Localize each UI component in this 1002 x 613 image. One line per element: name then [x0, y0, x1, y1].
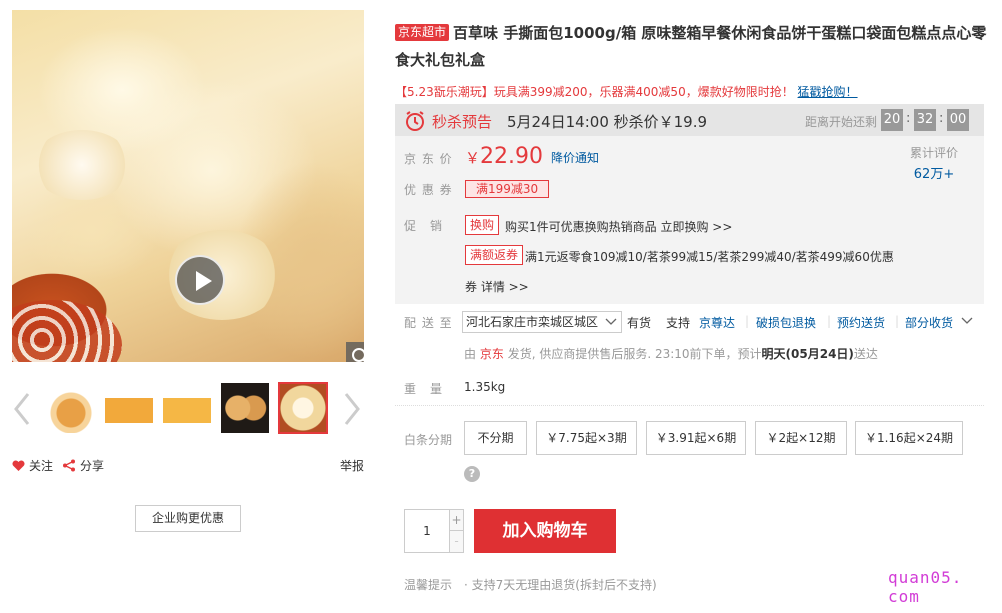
delivery-row: 配 送 至 河北石家庄市栾城区城区 有货 支持 京尊达 | 破损包退换 | 预约… — [395, 310, 984, 334]
divider: | — [895, 314, 900, 328]
chevron-right-icon[interactable] — [342, 392, 362, 426]
installment-label: 白条分期 — [404, 433, 453, 447]
enterprise-purchase-button[interactable]: 企业购更优惠 — [135, 505, 241, 532]
jd-price: ￥22.90 — [465, 144, 543, 169]
heart-icon — [12, 459, 25, 471]
stock-status: 有货 — [627, 316, 652, 330]
chevron-down-icon — [605, 318, 617, 325]
main-product-image[interactable] — [12, 10, 364, 362]
review-summary[interactable]: 累计评价 62万+ — [910, 144, 958, 182]
alarm-clock-icon — [406, 111, 424, 131]
share-icon — [63, 459, 75, 472]
flash-sale-bar: 秒杀预告 5月24日14:00 秒杀价￥19.9 距离开始还剩 20 : 32 … — [395, 104, 984, 136]
seller-link[interactable]: 京东 — [480, 347, 504, 361]
share-button[interactable]: 分享 — [62, 457, 104, 474]
thumbnail[interactable] — [162, 382, 212, 434]
promotion-text-coupon-return: 满1元返零食109减10/茗茶99减15/茗茶299减40/茗茶499减60优惠 — [525, 250, 894, 264]
tips-label: 温馨提示 — [404, 578, 453, 592]
product-title: 京东超市 百草味 手撕面包1000g/箱 原味整箱早餐休闲食品饼干蛋糕口袋面包糕点… — [395, 20, 990, 74]
thumbnail[interactable] — [46, 382, 96, 434]
flash-sale-label: 秒杀预告 — [432, 113, 493, 131]
quantity-plus-button[interactable]: + — [449, 510, 463, 531]
promotion-tag-exchange: 换购 — [465, 215, 500, 235]
delivery-label: 配 送 至 — [404, 316, 453, 330]
promotion-label: 促 销 — [404, 219, 444, 233]
zoom-icon[interactable] — [346, 342, 364, 362]
countdown-minutes: 32 — [914, 109, 936, 131]
price-summary: 京 东 价 ￥22.90 降价通知 累计评价 62万+ 优 惠 券 满199减3… — [395, 136, 984, 304]
section-divider — [395, 405, 984, 406]
quantity-stepper[interactable]: 1 + - — [404, 509, 464, 553]
divider: | — [745, 314, 750, 328]
price-label: 京 东 价 — [404, 152, 453, 166]
address-selector[interactable]: 河北石家庄市栾城区城区 — [462, 311, 622, 333]
play-icon[interactable] — [175, 255, 225, 305]
delivery-date: 明天(05月24日) — [761, 347, 854, 361]
installment-option[interactable]: ￥3.91起×6期 — [646, 421, 746, 455]
promotion-details-link[interactable]: 券 详情 >> — [465, 278, 529, 295]
site-watermark: quan05. com — [888, 568, 963, 606]
promo-text: 【5.23翫乐潮玩】玩具满399减200，乐器满400减50，爆款好物限时抢！ — [395, 85, 794, 99]
installment-option[interactable]: ￥7.75起×3期 — [536, 421, 637, 455]
service-partial-receipt[interactable]: 部分收货 — [905, 314, 953, 331]
weight-label: 重 量 — [404, 382, 444, 396]
chevron-left-icon[interactable] — [12, 392, 32, 426]
promotion-tag-coupon-return: 满额返券 — [465, 245, 524, 265]
installment-option[interactable]: 不分期 — [464, 421, 527, 455]
coupon-badge[interactable]: 满199减30 — [465, 180, 550, 198]
add-to-cart-button[interactable]: 加入购物车 — [474, 509, 616, 553]
promotion-text-exchange[interactable]: 购买1件可优惠换购热销商品 立即换购 >> — [505, 218, 732, 235]
review-label: 累计评价 — [910, 146, 959, 160]
quantity-input[interactable]: 1 — [405, 510, 449, 552]
countdown-separator: : — [939, 111, 944, 126]
plate-pattern — [12, 300, 122, 362]
share-label: 分享 — [80, 459, 105, 473]
chevron-down-icon[interactable] — [961, 317, 973, 325]
thumbnail[interactable] — [104, 382, 154, 434]
promo-link[interactable]: 猛戳抢购！ — [798, 85, 858, 99]
installment-option[interactable]: ￥2起×12期 — [755, 421, 847, 455]
bread-texture — [32, 130, 132, 200]
shipping-info: 由 京东 发货, 供应商提供售后服务. 23:10前下单，预计明天(05月24日… — [464, 347, 878, 361]
quantity-minus-button[interactable]: - — [449, 531, 463, 552]
review-count[interactable]: 62万+ — [910, 163, 958, 182]
address-text: 河北石家庄市栾城区城区 — [466, 315, 599, 329]
service-scheduled-delivery[interactable]: 预约送货 — [837, 314, 885, 331]
thumbnail-selected[interactable] — [278, 382, 328, 434]
installment-option[interactable]: ￥1.16起×24期 — [855, 421, 963, 455]
follow-label: 关注 — [29, 459, 54, 473]
countdown-separator: : — [906, 111, 911, 126]
promo-banner: 【5.23翫乐潮玩】玩具满399减200，乐器满400减50，爆款好物限时抢！ … — [395, 83, 858, 100]
thumbnail-strip — [12, 382, 364, 436]
report-link[interactable]: 举报 — [340, 457, 364, 474]
product-title-text: 百草味 手撕面包1000g/箱 原味整箱早餐休闲食品饼干蛋糕口袋面包糕点点心零食… — [395, 24, 987, 69]
flash-sale-time-price: 5月24日14:00 秒杀价￥19.9 — [507, 113, 708, 131]
service-damage-return[interactable]: 破损包退换 — [756, 314, 816, 331]
countdown-seconds: 00 — [947, 109, 969, 131]
countdown-label: 距离开始还剩 — [805, 115, 878, 129]
tips-text: · 支持7天无理由退货(拆封后不支持) — [464, 578, 657, 592]
service-jd-premium[interactable]: 京尊达 — [699, 314, 735, 331]
weight-value: 1.35kg — [464, 380, 506, 394]
countdown-hours: 20 — [881, 109, 903, 131]
follow-button[interactable]: 关注 — [12, 457, 53, 474]
jd-supermarket-tag[interactable]: 京东超市 — [395, 24, 450, 41]
question-icon[interactable]: ? — [464, 466, 480, 482]
divider: | — [827, 314, 832, 328]
price-drop-notify-link[interactable]: 降价通知 — [551, 149, 599, 166]
thumbnail[interactable] — [220, 382, 270, 434]
support-label: 支持 — [666, 316, 691, 330]
coupon-label: 优 惠 券 — [404, 183, 453, 197]
